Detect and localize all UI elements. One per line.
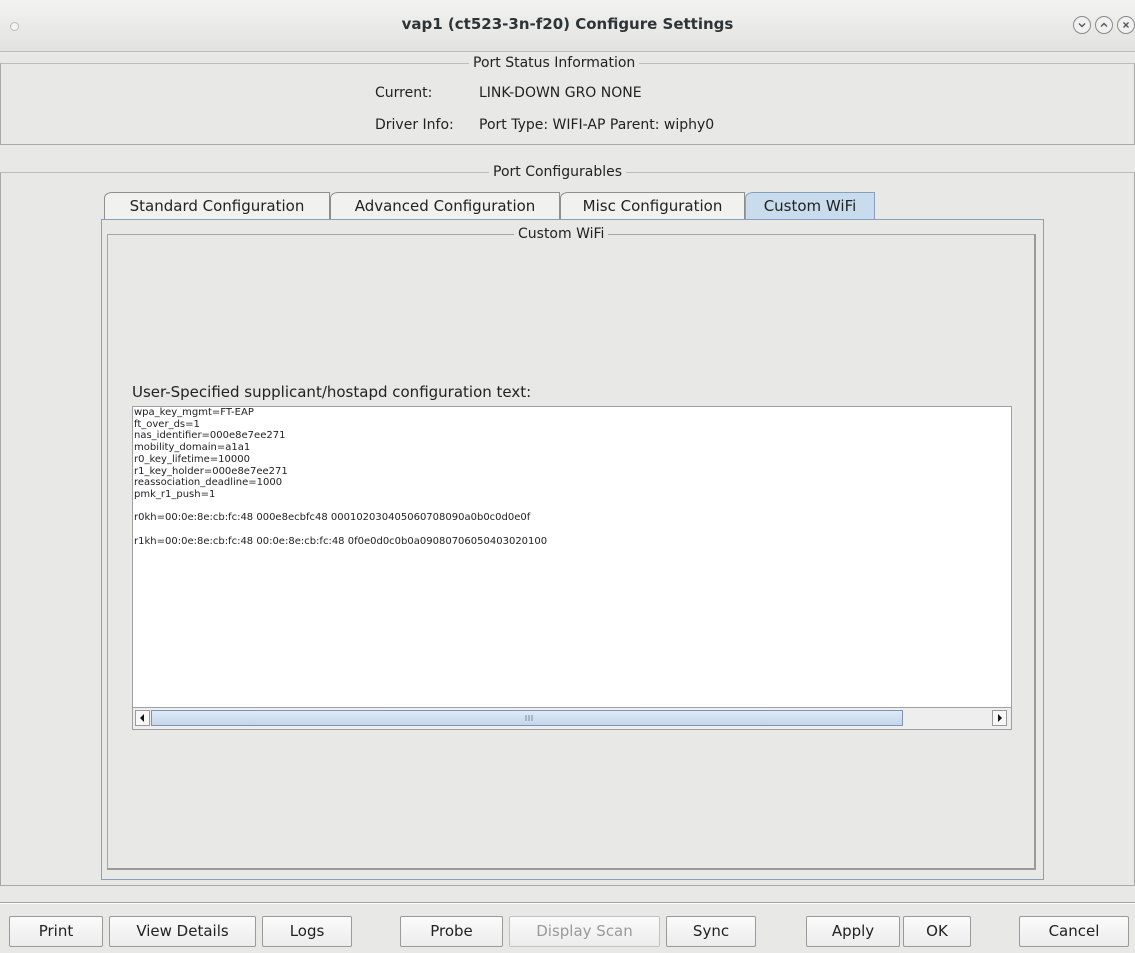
config-text-line: r1_key_holder=000e8e7ee271 bbox=[134, 465, 288, 477]
scroll-left-button[interactable] bbox=[135, 710, 150, 726]
triangle-left-icon bbox=[140, 714, 144, 722]
maximize-button[interactable] bbox=[1095, 16, 1113, 34]
config-text-label: User-Specified supplicant/hostapd config… bbox=[132, 383, 532, 401]
config-text-line: pmk_r1_push=1 bbox=[134, 488, 216, 500]
config-text-line: nas_identifier=000e8e7ee271 bbox=[134, 430, 286, 442]
minimize-button[interactable] bbox=[1073, 16, 1091, 34]
cancel-button[interactable]: Cancel bbox=[1019, 916, 1129, 947]
port-status-title: Port Status Information bbox=[469, 55, 640, 71]
config-text-line: wpa_key_mgmt=FT-EAP bbox=[134, 407, 254, 418]
config-text-hscrollbar[interactable] bbox=[132, 708, 1012, 730]
close-icon bbox=[1123, 22, 1129, 28]
config-text-area[interactable]: wpa_key_mgmt=FT-EAP ft_over_ds=1 nas_ide… bbox=[132, 406, 1012, 708]
print-button[interactable]: Print bbox=[9, 916, 103, 947]
probe-button[interactable]: Probe bbox=[400, 916, 503, 947]
chevron-up-icon bbox=[1100, 22, 1108, 27]
tab-advanced-configuration[interactable]: Advanced Configuration bbox=[330, 192, 560, 220]
tab-misc-configuration[interactable]: Misc Configuration bbox=[560, 192, 745, 220]
config-text-line: r0kh=00:0e:8e:cb:fc:48 000e8ecbfc48 0001… bbox=[134, 512, 531, 524]
config-text-line: reassociation_deadline=1000 bbox=[134, 477, 283, 489]
config-text-line: ft_over_ds=1 bbox=[134, 418, 200, 430]
tab-standard-configuration[interactable]: Standard Configuration bbox=[104, 192, 330, 220]
config-text-line: mobility_domain=a1a1 bbox=[134, 442, 251, 454]
config-text-line bbox=[133, 501, 1011, 513]
view-details-button[interactable]: View Details bbox=[109, 916, 256, 947]
scroll-thumb[interactable] bbox=[151, 710, 903, 726]
window-title: vap1 (ct523-3n-f20) Configure Settings bbox=[401, 15, 734, 33]
scroll-right-button[interactable] bbox=[992, 710, 1007, 726]
bottom-separator bbox=[0, 902, 1135, 904]
chevron-down-icon bbox=[1078, 23, 1086, 28]
current-value: LINK-DOWN GRO NONE bbox=[479, 85, 642, 101]
custom-wifi-title: Custom WiFi bbox=[514, 226, 609, 242]
window-titlebar: vap1 (ct523-3n-f20) Configure Settings bbox=[0, 0, 1135, 52]
apply-button[interactable]: Apply bbox=[806, 916, 900, 947]
driver-info-label: Driver Info: bbox=[375, 117, 454, 133]
port-configurables-title: Port Configurables bbox=[489, 164, 627, 180]
config-text-line: r1kh=00:0e:8e:cb:fc:48 00:0e:8e:cb:fc:48… bbox=[134, 535, 548, 547]
sync-button[interactable]: Sync bbox=[666, 916, 756, 947]
config-text-line: r0_key_lifetime=10000 bbox=[134, 453, 250, 465]
current-label: Current: bbox=[375, 85, 433, 101]
tab-custom-wifi[interactable]: Custom WiFi bbox=[745, 192, 875, 220]
config-text-line bbox=[133, 524, 1011, 536]
display-scan-button[interactable]: Display Scan bbox=[509, 916, 660, 947]
ok-button[interactable]: OK bbox=[903, 916, 971, 947]
triangle-right-icon bbox=[998, 714, 1002, 722]
grip-icon bbox=[525, 715, 533, 721]
driver-info-value: Port Type: WIFI-AP Parent: wiphy0 bbox=[479, 117, 715, 133]
logs-button[interactable]: Logs bbox=[262, 916, 352, 947]
close-button[interactable] bbox=[1117, 16, 1135, 34]
